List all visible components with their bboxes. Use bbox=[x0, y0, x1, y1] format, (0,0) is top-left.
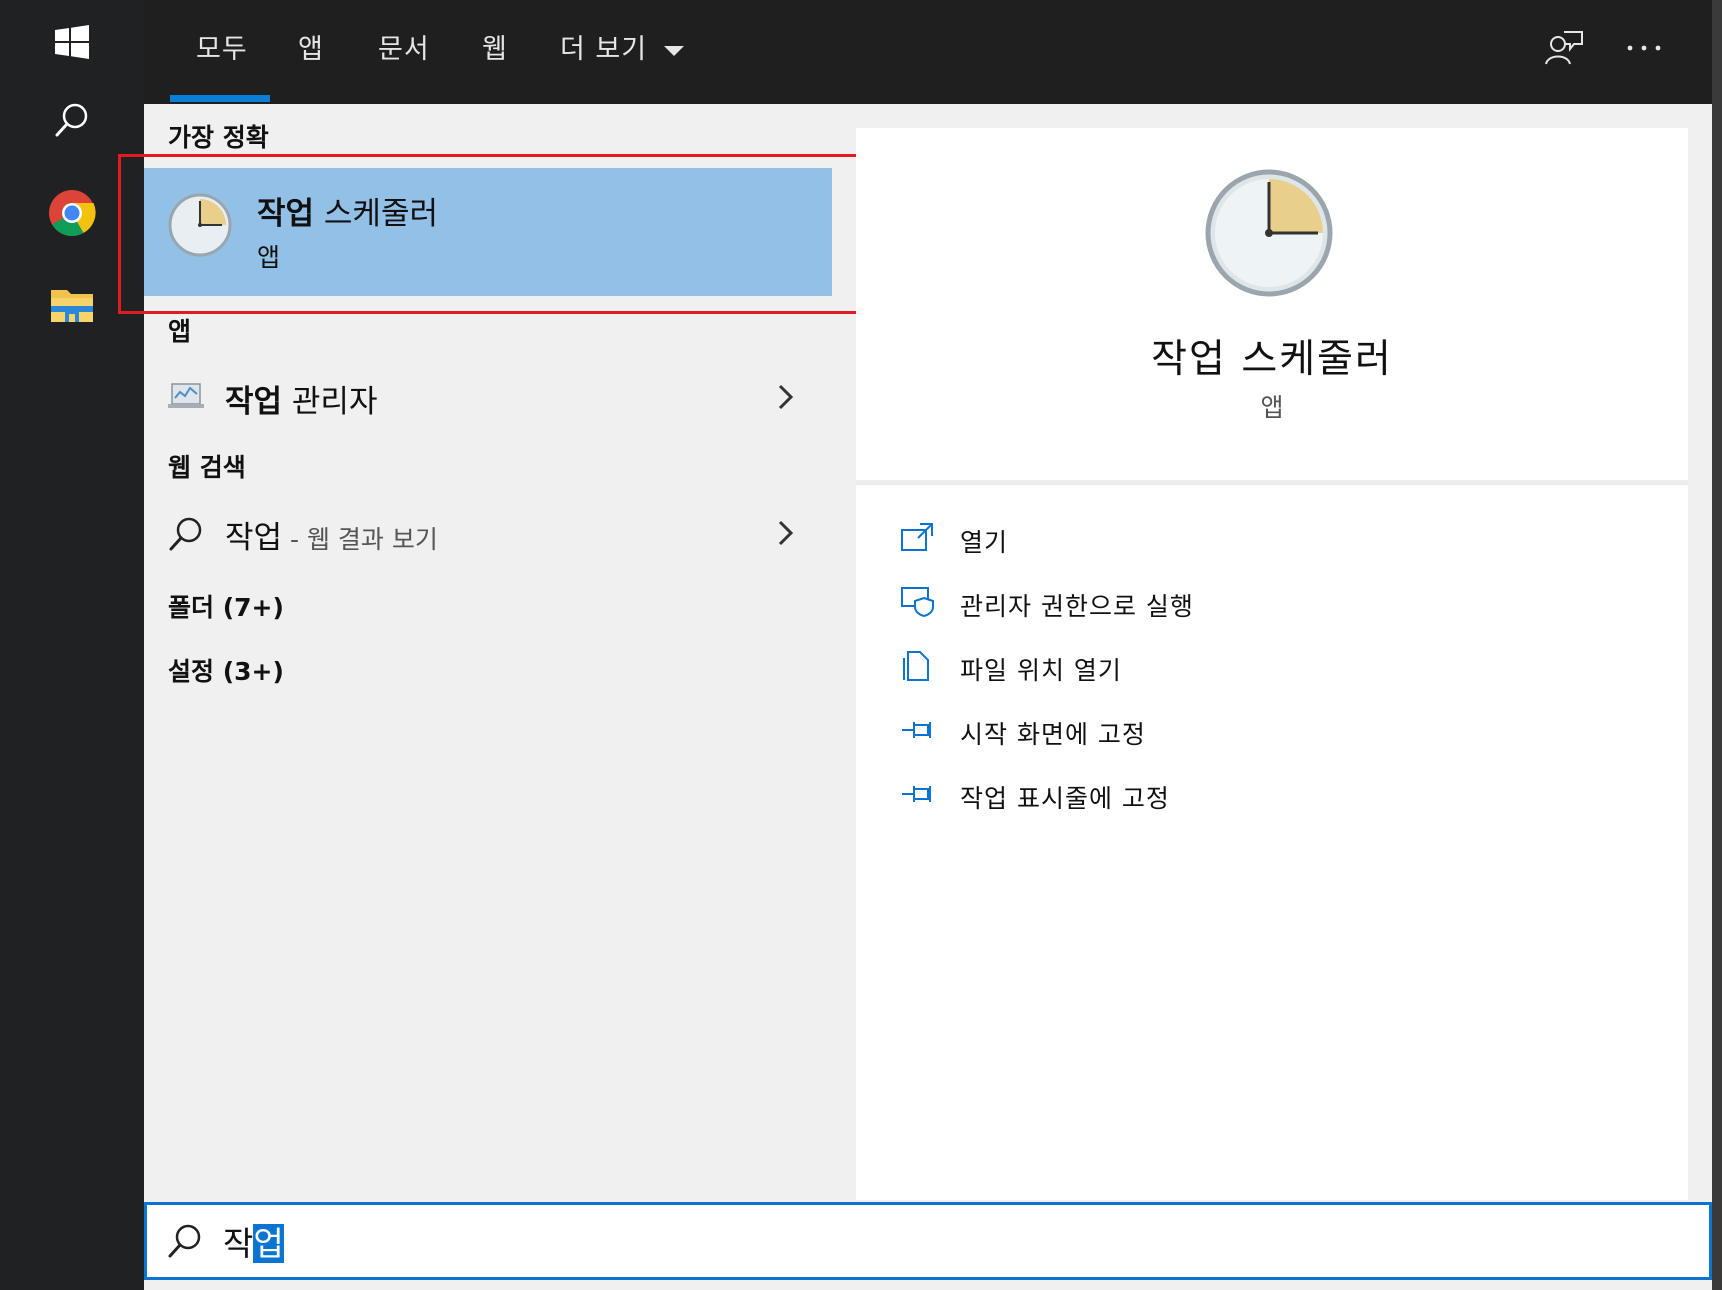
app-result-bold: 작업 bbox=[225, 384, 283, 420]
action-label: 열기 bbox=[960, 528, 1009, 557]
admin-shield-icon bbox=[901, 587, 934, 618]
search-icon bbox=[168, 516, 204, 552]
preview-pane: 작업 스케줄러 앱 열기 관리자 권한으로 실행 파일 위치 열기 시작 화면에… bbox=[856, 128, 1688, 1200]
search-box[interactable]: 작업 bbox=[144, 1202, 1712, 1280]
action-label: 관리자 권한으로 실행 bbox=[960, 592, 1194, 621]
search-composing-text: 업 bbox=[253, 1224, 284, 1263]
window-edge bbox=[1712, 0, 1722, 1290]
app-result-label: 작업 관리자 bbox=[225, 376, 377, 421]
chevron-right-icon[interactable] bbox=[770, 382, 800, 412]
app-result-task-manager[interactable]: 작업 관리자 bbox=[144, 362, 832, 432]
web-result[interactable]: 작업 - 웹 결과 보기 bbox=[144, 498, 832, 568]
highlight-callout-box bbox=[118, 154, 868, 314]
action-label: 파일 위치 열기 bbox=[960, 656, 1122, 685]
section-folders[interactable]: 폴더 (7+) bbox=[168, 588, 284, 624]
active-tab-indicator bbox=[170, 95, 270, 102]
section-web-search: 웹 검색 bbox=[168, 453, 246, 482]
tab-all[interactable]: 모두 bbox=[196, 30, 248, 70]
section-apps: 앱 bbox=[168, 317, 192, 346]
open-icon bbox=[901, 523, 933, 551]
tab-more-label: 더 보기 bbox=[560, 34, 648, 65]
app-result-rest: 관리자 bbox=[282, 384, 378, 420]
tab-web[interactable]: 웹 bbox=[482, 30, 508, 70]
web-result-suffix: - 웹 결과 보기 bbox=[282, 525, 438, 554]
file-location-icon bbox=[903, 651, 929, 681]
tab-documents[interactable]: 문서 bbox=[378, 30, 430, 70]
section-settings[interactable]: 설정 (3+) bbox=[168, 652, 284, 688]
tab-more[interactable]: 더 보기 bbox=[560, 30, 685, 70]
more-options-icon[interactable] bbox=[1624, 36, 1664, 60]
chevron-right-icon[interactable] bbox=[770, 518, 800, 548]
pin-icon bbox=[902, 722, 931, 738]
action-label: 작업 표시줄에 고정 bbox=[960, 784, 1170, 813]
section-best-match: 가장 정확 bbox=[168, 123, 269, 152]
preview-title: 작업 스케줄러 bbox=[1151, 337, 1393, 382]
feedback-icon[interactable] bbox=[1544, 28, 1584, 72]
preview-subtitle: 앱 bbox=[1260, 393, 1284, 422]
search-filter-bar: 모두 앱 문서 웹 더 보기 bbox=[144, 0, 1712, 104]
task-manager-icon bbox=[168, 382, 204, 410]
action-pin-to-taskbar[interactable]: 작업 표시줄에 고정 bbox=[900, 774, 1600, 818]
chevron-down-icon bbox=[663, 45, 684, 56]
search-input[interactable]: 작업 bbox=[223, 1217, 284, 1265]
windows-start-icon[interactable] bbox=[36, 6, 108, 78]
pin-icon bbox=[902, 786, 931, 802]
action-pin-to-start[interactable]: 시작 화면에 고정 bbox=[900, 710, 1600, 754]
search-typed-text: 작 bbox=[223, 1224, 254, 1263]
tab-apps[interactable]: 앱 bbox=[298, 30, 324, 70]
action-open-file-location[interactable]: 파일 위치 열기 bbox=[900, 646, 1600, 690]
search-icon bbox=[167, 1223, 203, 1259]
web-result-label: 작업 - 웹 결과 보기 bbox=[225, 512, 438, 557]
action-open[interactable]: 열기 bbox=[900, 518, 1600, 562]
action-label: 시작 화면에 고정 bbox=[960, 720, 1146, 749]
clock-icon bbox=[1204, 168, 1334, 298]
search-panel: 모두 앱 문서 웹 더 보기 가장 정확 작업 스케줄러 앱 앱 작업 관리자 … bbox=[118, 0, 1712, 1290]
file-explorer-icon[interactable] bbox=[36, 270, 108, 342]
results-list: 가장 정확 작업 스케줄러 앱 앱 작업 관리자 웹 검색 작업 - 웹 결과 … bbox=[118, 104, 868, 1202]
chrome-icon[interactable] bbox=[36, 177, 108, 249]
search-icon[interactable] bbox=[36, 84, 108, 156]
web-result-query: 작업 bbox=[225, 520, 283, 556]
divider bbox=[856, 480, 1688, 485]
action-run-as-admin[interactable]: 관리자 권한으로 실행 bbox=[900, 582, 1600, 626]
